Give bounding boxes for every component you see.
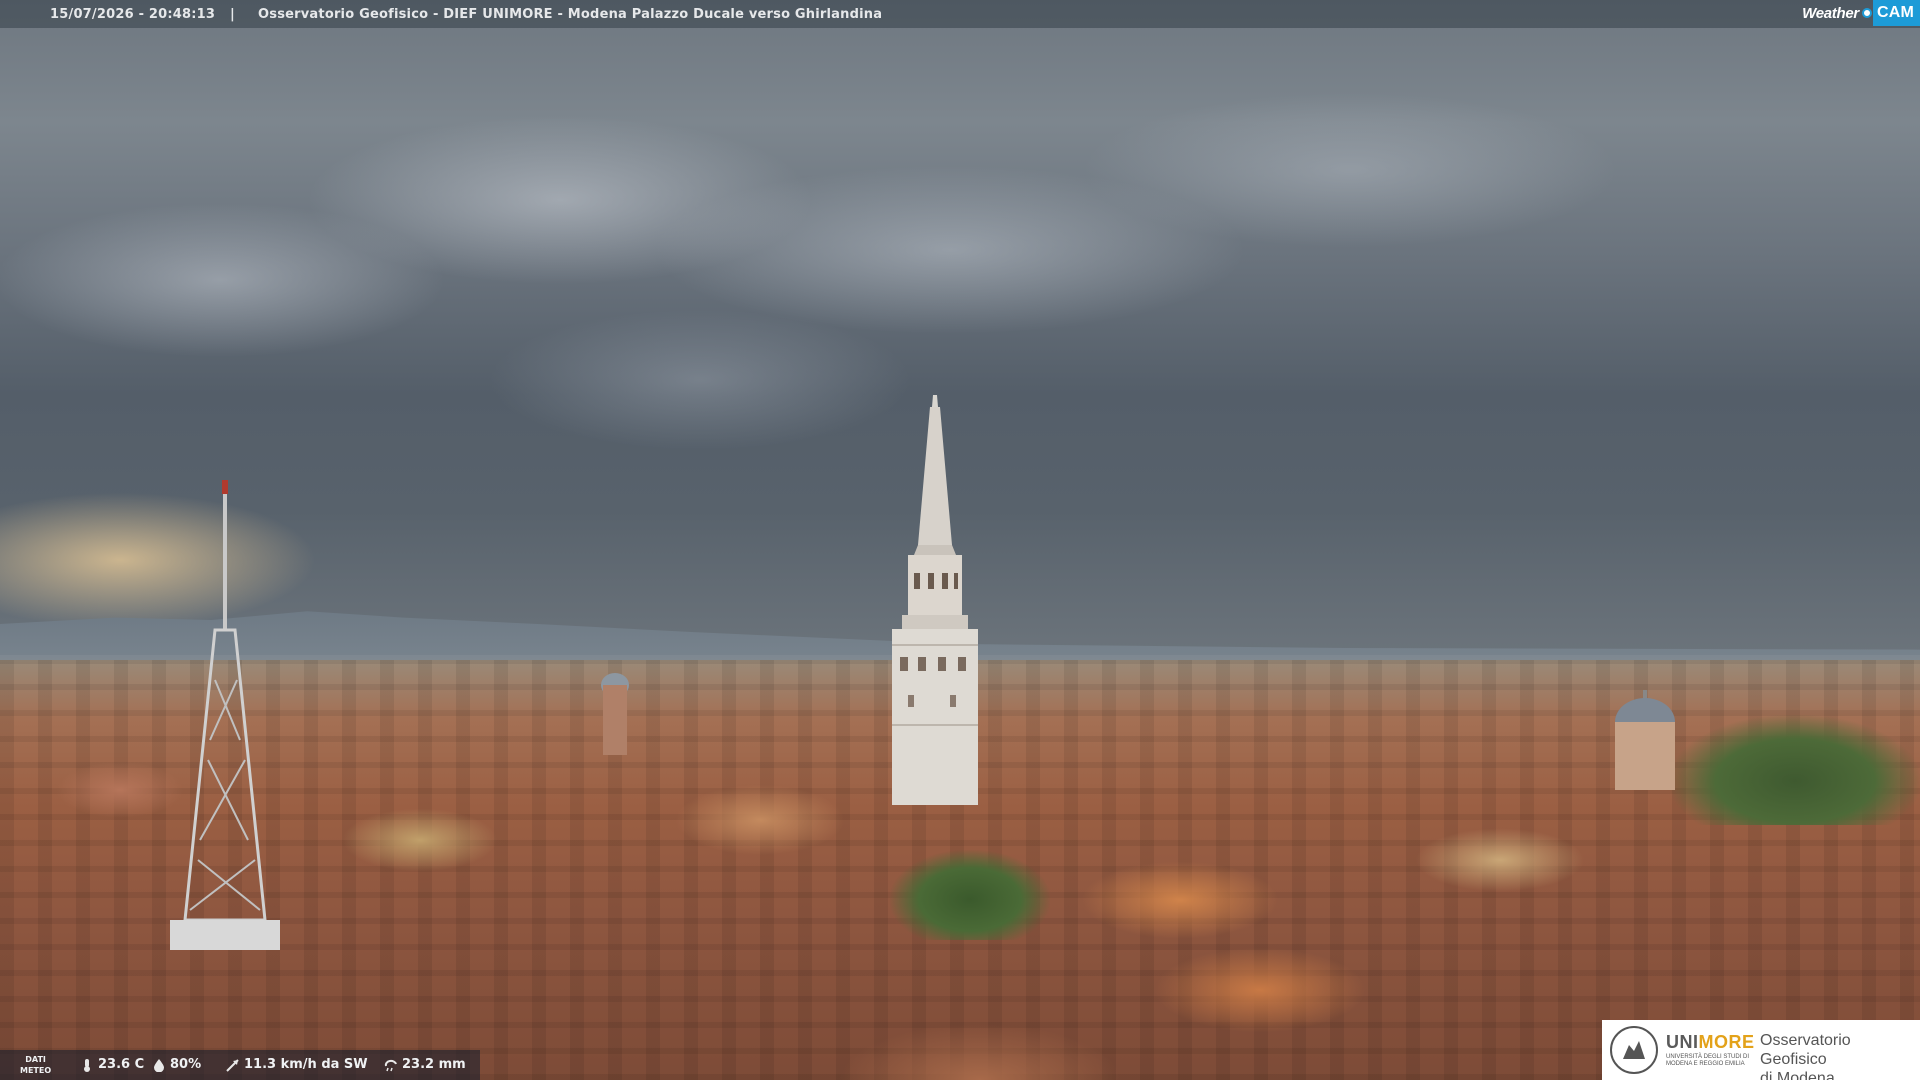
wind-icon [226, 1058, 239, 1072]
university-subtitle: UNIVERSITÀ DEGLI STUDI DI MODENA E REGGI… [1666, 1054, 1750, 1067]
meteo-tag-line1: DATI [25, 1055, 46, 1064]
unimore-more: MORE [1698, 1032, 1755, 1052]
meteo-tag: DATI METEO [20, 1054, 51, 1076]
rain-icon [384, 1059, 397, 1071]
weathercam-cam-text: CAM [1872, 0, 1920, 26]
unimore-logo: UNIMORE UNIVERSITÀ DEGLI STUDI DI MODENA… [1602, 1020, 1920, 1080]
rain-value: 23.2 mm [402, 1057, 466, 1072]
temperature-reading: 23.6 C [80, 1057, 144, 1072]
trees [1670, 715, 1920, 825]
temperature-value: 23.6 C [98, 1057, 145, 1072]
humidity-icon [154, 1058, 164, 1072]
observatory-line1: Osservatorio Geofisico [1760, 1032, 1851, 1068]
unimore-uni: UNI [1666, 1032, 1699, 1052]
thermometer-icon [84, 1058, 90, 1072]
weathercam-dot-icon [1861, 8, 1872, 18]
header-bar: 15/07/2026 - 20:48:13 | Osservatorio Geo… [0, 0, 1920, 28]
humidity-value: 80% [170, 1057, 202, 1072]
webcam-image [0, 0, 1920, 1080]
wind-reading: 11.3 km/h da SW [226, 1057, 368, 1072]
observatory-line2: di Modena [1760, 1070, 1835, 1080]
church-dome [1615, 690, 1675, 790]
weathercam-logo-text: Weather [1802, 4, 1859, 22]
header-separator: | [230, 7, 235, 22]
rain-reading: 23.2 mm [384, 1057, 466, 1072]
antenna-tower [170, 480, 280, 950]
unimore-wordmark: UNIMORE [1666, 1032, 1755, 1053]
meteo-tag-line2: METEO [20, 1066, 52, 1075]
university-seal-icon [1610, 1026, 1658, 1074]
camera-title: Osservatorio Geofisico - DIEF UNIMORE - … [258, 7, 883, 22]
timestamp: 15/07/2026 - 20:48:13 [50, 7, 216, 22]
observatory-name: Osservatorio Geofisico di Modena [1760, 1031, 1920, 1080]
weather-data-strip: DATI METEO 23.6 C 80% 11.3 km/h da SW 23… [0, 1050, 480, 1080]
humidity-reading: 80% [152, 1057, 201, 1072]
weathercam-logo: Weather CAM [1794, 0, 1920, 26]
bell-tower [601, 673, 629, 755]
wind-value: 11.3 km/h da SW [244, 1057, 368, 1072]
ghirlandina-tower [892, 395, 978, 805]
trees [890, 850, 1050, 940]
